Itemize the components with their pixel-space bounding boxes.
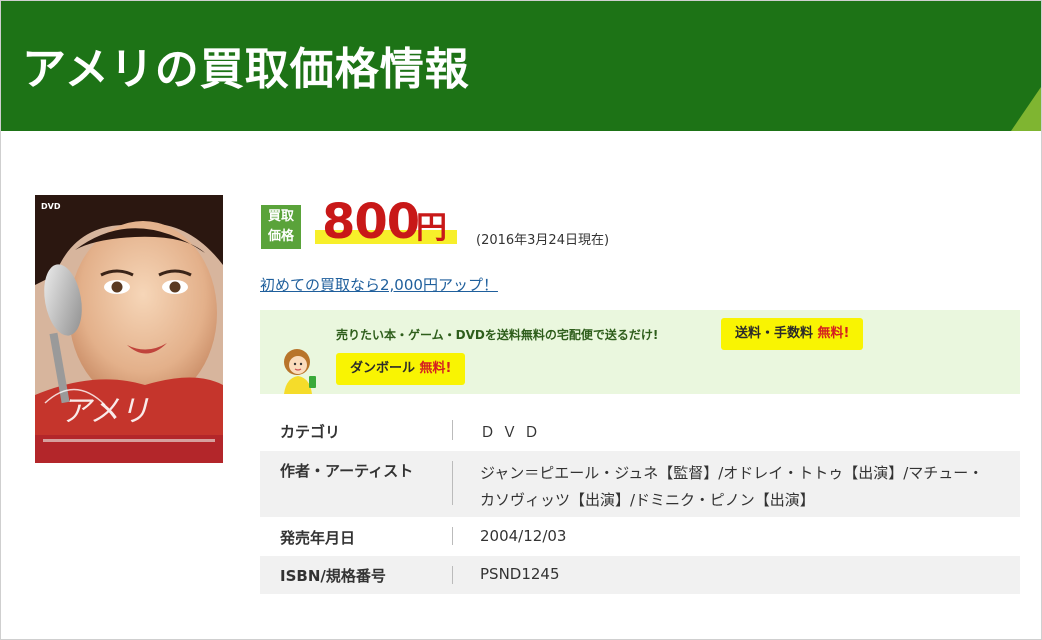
detail-label: 発売年月日 (280, 529, 356, 547)
detail-label: カテゴリ (280, 423, 341, 441)
dvd-logo-icon: DVD (41, 202, 61, 211)
badge-text-line2: 価格 (267, 229, 294, 244)
price-value: 800 (322, 194, 420, 250)
shipping-banner: 売りたい本・ゲーム・DVDを送料無料の宅配便で送るだけ! 送料・手数料 無料! … (260, 310, 1020, 394)
fee-free-text: 無料! (817, 326, 850, 341)
detail-row-artist: 作者・アーティスト ジャン＝ピエール・ジュネ【監督】/オドレイ・トトゥ【出演】/… (260, 451, 1020, 517)
product-details-table: カテゴリ ＤＶＤ 作者・アーティスト ジャン＝ピエール・ジュネ【監督】/オドレイ… (260, 410, 1020, 594)
cardboard-free-badge: ダンボール 無料! (336, 353, 466, 385)
detail-row-category: カテゴリ ＤＶＤ (260, 410, 1020, 451)
detail-value: ＤＶＤ (480, 423, 547, 441)
cover-title-script: アメリ (61, 394, 150, 429)
detail-label: 作者・アーティスト (280, 462, 414, 480)
first-purchase-link[interactable]: 初めての買取なら2,000円アップ！ (260, 274, 498, 295)
detail-value: PSND1245 (480, 565, 560, 583)
detail-label: ISBN/規格番号 (280, 567, 386, 585)
fee-label: 送料・手数料 (735, 326, 814, 341)
detail-divider (452, 461, 453, 505)
box-free-text: 無料! (419, 361, 452, 376)
detail-row-isbn: ISBN/規格番号 PSND1245 (260, 556, 1020, 594)
badge-text-line1: 買取 (267, 209, 294, 224)
detail-divider (452, 527, 453, 545)
detail-value: 2004/12/03 (480, 527, 567, 545)
price-unit: 円 (416, 210, 447, 246)
price-badge: 買取 価格 (261, 205, 301, 249)
shipping-message: 売りたい本・ゲーム・DVDを送料無料の宅配便で送るだけ! (336, 328, 659, 342)
dvd-cover-image: DVD アメリ (35, 195, 223, 463)
woman-phone-icon (284, 349, 316, 394)
shipping-fee-free-badge: 送料・手数料 無料! (721, 318, 864, 350)
header-accent-triangle (1011, 87, 1041, 131)
detail-divider (452, 566, 453, 584)
box-label: ダンボール (350, 361, 416, 376)
detail-value: ジャン＝ピエール・ジュネ【監督】/オドレイ・トトゥ【出演】/マチュー・カソヴィッ… (480, 464, 984, 509)
page-title: アメリの買取価格情報 (22, 44, 470, 95)
price-date: (2016年3月24日現在) (476, 233, 610, 248)
detail-row-release-date: 発売年月日 2004/12/03 (260, 517, 1020, 556)
detail-divider (452, 420, 453, 440)
page-header: アメリの買取価格情報 (1, 1, 1041, 131)
